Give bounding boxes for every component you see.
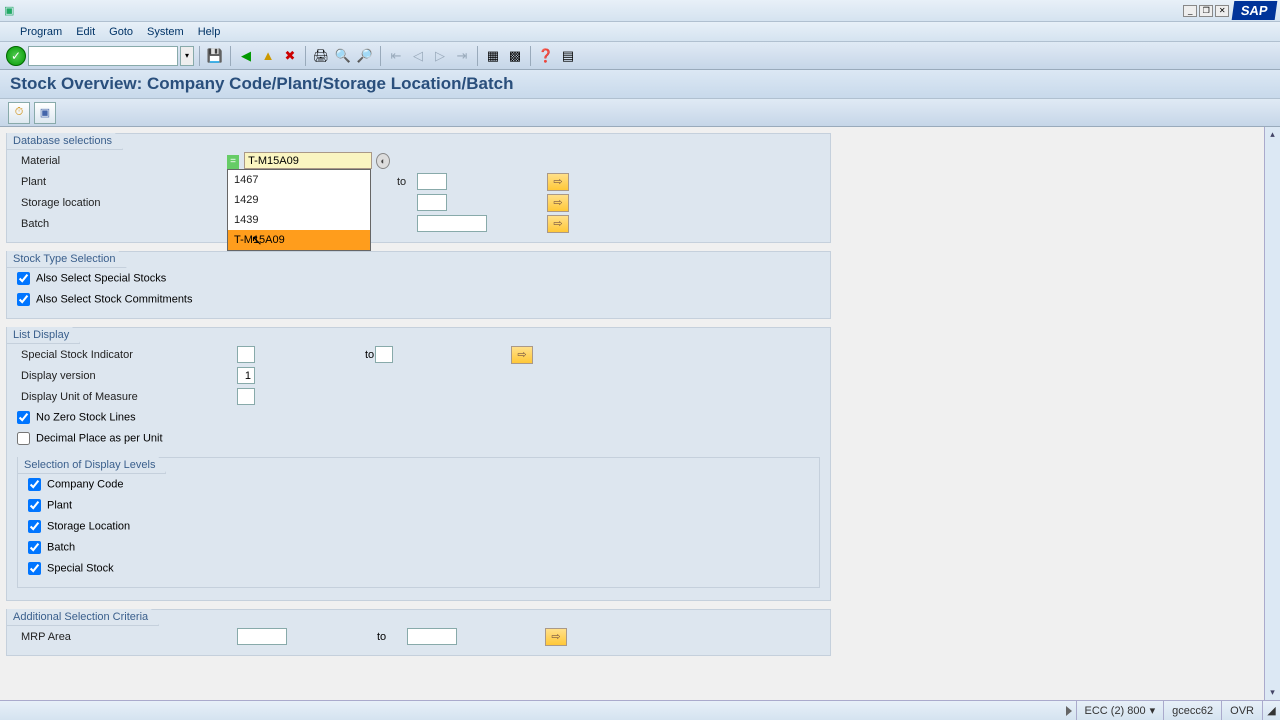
status-server: gcecc62 (1163, 701, 1221, 720)
label-plant: Plant (17, 176, 227, 188)
group-title-additional: Additional Selection Criteria (7, 609, 159, 626)
exit-icon[interactable]: ▲ (258, 46, 278, 66)
find-icon[interactable]: 🔍 (333, 46, 353, 66)
label-display-uom: Display Unit of Measure (17, 391, 237, 403)
sap-logo: SAP (1232, 1, 1277, 20)
cancel-icon[interactable]: ✖ (280, 46, 300, 66)
display-uom-input[interactable] (237, 388, 255, 405)
save-icon[interactable]: 💾 (205, 46, 225, 66)
find-next-icon[interactable]: 🔎 (355, 46, 375, 66)
checkbox-decimal-per-unit[interactable]: Decimal Place as per Unit (17, 432, 163, 445)
close-button[interactable]: ✕ (1215, 5, 1229, 17)
restore-button[interactable]: ❐ (1199, 5, 1213, 17)
mrp-high-input[interactable] (407, 628, 457, 645)
vertical-scrollbar[interactable]: ▴ ▾ (1264, 127, 1280, 700)
batch-multiselect-button[interactable]: ⇨ (547, 215, 569, 233)
status-corner-icon: ◢ (1262, 701, 1280, 720)
display-version-input[interactable] (237, 367, 255, 384)
menu-program[interactable]: Program (20, 26, 62, 38)
label-batch: Batch (17, 218, 227, 230)
command-field[interactable] (28, 46, 178, 66)
prev-page-icon[interactable]: ◁ (408, 46, 428, 66)
menu-edit[interactable]: Edit (76, 26, 95, 38)
group-list-display: List Display Special Stock Indicator to … (6, 327, 831, 601)
storage-multiselect-button[interactable]: ⇨ (547, 194, 569, 212)
enter-button[interactable] (6, 46, 26, 66)
print-icon[interactable]: 🖨 (311, 46, 331, 66)
page-title: Stock Overview: Company Code/Plant/Stora… (0, 70, 1280, 99)
session-icon[interactable]: ▦ (483, 46, 503, 66)
material-dropdown-list: 1467 1429 1439 T-M15A09 (227, 169, 371, 251)
menu-help[interactable]: Help (198, 26, 221, 38)
back-icon[interactable]: ◀ (236, 46, 256, 66)
checkbox-plant[interactable]: Plant (28, 499, 72, 512)
statusbar: ECC (2) 800 ▾ gcecc62 OVR ◢ (0, 700, 1280, 720)
label-to: to (255, 349, 375, 361)
checkbox-storage-location[interactable]: Storage Location (28, 520, 130, 533)
group-title-list-display: List Display (7, 327, 80, 344)
label-to: to (375, 176, 417, 188)
group-stock-type: Stock Type Selection Also Select Special… (6, 251, 831, 319)
menubar: Program Edit Goto System Help (0, 22, 1280, 42)
checkbox-company-code[interactable]: Company Code (28, 478, 123, 491)
dropdown-option-selected[interactable]: T-M15A09 (228, 230, 370, 250)
label-mrp-area: MRP Area (17, 631, 237, 643)
first-page-icon[interactable]: ⇤ (386, 46, 406, 66)
menu-system[interactable]: System (147, 26, 184, 38)
group-database-selections: Database selections Material = ◐ 1467 14… (6, 133, 831, 243)
dropdown-option[interactable]: 1429 (228, 190, 370, 210)
plant-multiselect-button[interactable]: ⇨ (547, 173, 569, 191)
content-area: Database selections Material = ◐ 1467 14… (0, 127, 1264, 700)
checkbox-no-zero-stock[interactable]: No Zero Stock Lines (17, 411, 136, 424)
ssi-low-input[interactable] (237, 346, 255, 363)
group-title-stock-type: Stock Type Selection (7, 251, 127, 268)
command-dropdown[interactable]: ▾ (180, 46, 194, 66)
ssi-multiselect-button[interactable]: ⇨ (511, 346, 533, 364)
variant-button[interactable]: ▣ (34, 102, 56, 124)
scroll-up-icon[interactable]: ▴ (1267, 129, 1279, 140)
selection-option-icon[interactable]: = (227, 155, 239, 169)
dropdown-option[interactable]: 1467 (228, 170, 370, 190)
help-icon[interactable]: ❓ (536, 46, 556, 66)
dropdown-option[interactable]: 1439 (228, 210, 370, 230)
batch-high-input[interactable] (417, 215, 487, 232)
scroll-down-icon[interactable]: ▾ (1267, 687, 1279, 698)
system-toolbar: ▾ 💾 ◀ ▲ ✖ 🖨 🔍 🔎 ⇤ ◁ ▷ ⇥ ▦ ▩ ❓ ▤ (0, 42, 1280, 70)
label-to: to (287, 631, 407, 643)
storage-high-input[interactable] (417, 194, 447, 211)
menu-goto[interactable]: Goto (109, 26, 133, 38)
window-titlebar: ▣ _ ❐ ✕ SAP (0, 0, 1280, 22)
shortcut-icon[interactable]: ▩ (505, 46, 525, 66)
next-page-icon[interactable]: ▷ (430, 46, 450, 66)
group-title-database: Database selections (7, 133, 123, 150)
label-display-version: Display version (17, 370, 237, 382)
application-toolbar: ⏱ ▣ (0, 99, 1280, 127)
label-special-stock-indicator: Special Stock Indicator (17, 349, 237, 361)
last-page-icon[interactable]: ⇥ (452, 46, 472, 66)
material-input[interactable] (244, 152, 372, 169)
status-mode: OVR (1221, 701, 1262, 720)
checkbox-special-stocks[interactable]: Also Select Special Stocks (17, 272, 166, 285)
group-additional-criteria: Additional Selection Criteria MRP Area t… (6, 609, 831, 656)
group-title-display-levels: Selection of Display Levels (18, 457, 166, 474)
minimize-button[interactable]: _ (1183, 5, 1197, 17)
execute-button[interactable]: ⏱ (8, 102, 30, 124)
app-menu-icon[interactable]: ▣ (4, 4, 14, 17)
ssi-high-input[interactable] (375, 346, 393, 363)
plant-high-input[interactable] (417, 173, 447, 190)
mrp-low-input[interactable] (237, 628, 287, 645)
checkbox-batch[interactable]: Batch (28, 541, 75, 554)
mrp-multiselect-button[interactable]: ⇨ (545, 628, 567, 646)
layout-icon[interactable]: ▤ (558, 46, 578, 66)
status-expand-icon[interactable] (1066, 706, 1072, 716)
checkbox-stock-commitments[interactable]: Also Select Stock Commitments (17, 293, 193, 306)
subgroup-display-levels: Selection of Display Levels Company Code… (17, 457, 820, 588)
checkbox-special-stock[interactable]: Special Stock (28, 562, 114, 575)
material-f4-help-icon[interactable]: ◐ (376, 153, 390, 169)
label-storage: Storage location (17, 197, 227, 209)
status-system: ECC (2) 800 ▾ (1076, 701, 1164, 720)
label-material: Material (17, 155, 227, 167)
